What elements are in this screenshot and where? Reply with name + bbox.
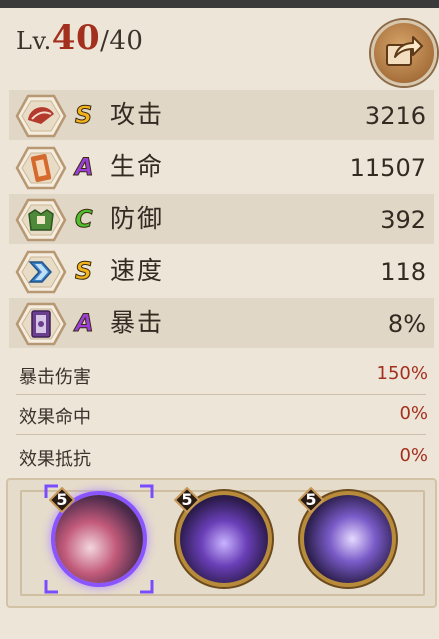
stat-value: 11507: [349, 154, 426, 182]
level-label: Lv.: [16, 27, 52, 55]
share-button[interactable]: [371, 20, 437, 86]
fan-icon: [15, 94, 67, 138]
substat-name: 效果抵抗: [19, 449, 91, 470]
substat-row-effect-hit: 效果命中 0%: [9, 396, 434, 432]
stat-value: 3216: [364, 102, 426, 130]
crit-scroll-icon: [15, 302, 67, 346]
skill-level: 5: [305, 490, 317, 509]
grade-badge: S: [74, 101, 93, 130]
skill-2-button[interactable]: 5: [174, 487, 268, 583]
grade-badge: A: [75, 153, 95, 182]
stat-value: 118: [380, 258, 426, 286]
stat-row-crit: A 暴击 8%: [9, 298, 434, 348]
stat-name: 暴击: [110, 308, 165, 337]
substat-row-crit-damage: 暴击伤害 150%: [9, 356, 434, 392]
substat-name: 效果命中: [19, 407, 91, 428]
substat-name: 暴击伤害: [19, 367, 91, 388]
stat-row-speed: S 速度 118: [9, 246, 434, 296]
speed-arrow-icon: [15, 250, 67, 294]
grade-badge: S: [74, 257, 93, 286]
stat-name: 攻击: [110, 100, 165, 129]
stat-value: 8%: [387, 310, 426, 338]
skill-level: 5: [56, 490, 68, 509]
level-display: Lv.40/40: [16, 18, 143, 58]
stat-name: 速度: [110, 256, 165, 285]
skill-1-button[interactable]: 5: [49, 487, 143, 583]
top-strip: [0, 0, 439, 8]
stat-value: 392: [380, 206, 426, 234]
skill-level: 5: [181, 490, 193, 509]
share-arrow-icon: [386, 36, 423, 66]
level-max: /40: [100, 26, 144, 56]
substat-value: 0%: [399, 403, 428, 424]
level-current: 40: [51, 18, 101, 58]
stat-row-health: A 生命 11507: [9, 142, 434, 192]
divider: [16, 394, 426, 395]
substat-row-effect-resist: 效果抵抗 0%: [9, 438, 434, 474]
skill-3-button[interactable]: 5: [298, 487, 392, 583]
divider: [16, 434, 426, 435]
talisman-icon: [15, 146, 67, 190]
grade-badge: A: [75, 309, 95, 338]
stat-row-defense: C 防御 392: [9, 194, 434, 244]
grade-badge: C: [75, 205, 94, 234]
substat-value: 0%: [399, 445, 428, 466]
stat-name: 生命: [110, 152, 165, 181]
stat-row-attack: S 攻击 3216: [9, 90, 434, 140]
armor-icon: [15, 198, 67, 242]
stat-name: 防御: [110, 204, 165, 233]
substat-value: 150%: [376, 363, 428, 384]
